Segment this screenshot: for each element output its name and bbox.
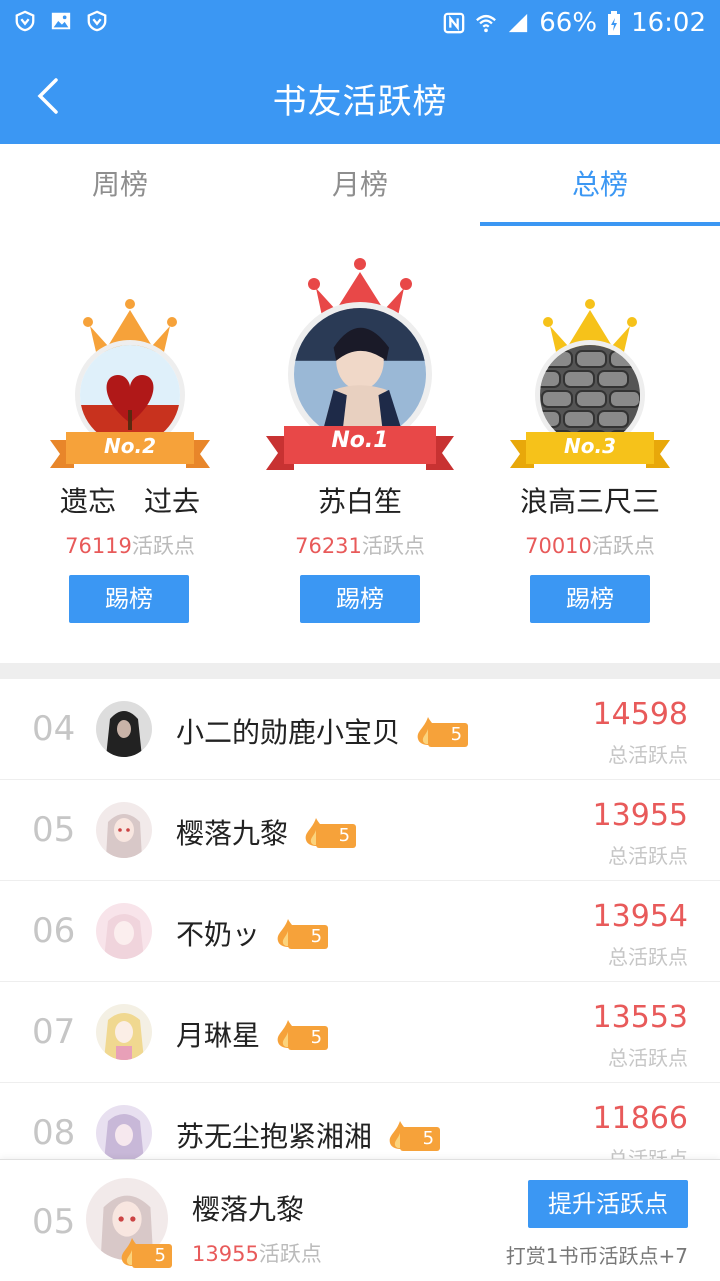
- rank-number: 08: [32, 1113, 76, 1153]
- list-item[interactable]: 08 苏无尘抱紧湘湘 5 11866 总活跃点: [0, 1083, 720, 1159]
- podium-third: No.3 浪高三尺三 70010活跃点 踢榜: [500, 296, 680, 636]
- score-label: 总活跃点: [608, 743, 688, 767]
- rank-badge: No.2: [104, 434, 156, 458]
- podium-points: 76119活跃点: [65, 534, 195, 558]
- list-item[interactable]: 07 月琳星 5 13553 总活跃点: [0, 982, 720, 1083]
- user-name: 苏无尘抱紧湘湘: [176, 1120, 373, 1153]
- rank-number: 04: [32, 709, 76, 749]
- user-name: 小二的勋鹿小宝贝: [176, 716, 401, 749]
- user-name-row: 苏无尘抱紧湘湘 5: [176, 1115, 441, 1155]
- rank-badge: No.3: [564, 434, 616, 458]
- rank-number: 06: [32, 911, 76, 951]
- boost-activity-button[interactable]: 提升活跃点: [528, 1180, 688, 1228]
- level-value: 5: [132, 1244, 172, 1268]
- score-value: 14598: [592, 697, 688, 732]
- level-value: 5: [400, 1127, 441, 1151]
- level-value: 5: [428, 723, 469, 747]
- rank-badge: No.1: [331, 428, 389, 453]
- score-label: 总活跃点: [608, 1147, 688, 1159]
- level-value: 5: [316, 824, 357, 848]
- list-item[interactable]: 06 不奶ッ 5 13954 总活跃点: [0, 881, 720, 982]
- avatar[interactable]: [96, 802, 152, 858]
- score-label: 总活跃点: [608, 945, 688, 969]
- my-rank-bar: 05 5 樱落九黎 13955活跃点 提升活跃点 打赏1书币活跃点+7: [0, 1159, 720, 1281]
- avatar[interactable]: [96, 701, 152, 757]
- level-badge: 5: [386, 1121, 441, 1151]
- level-badge: 5: [414, 717, 469, 747]
- kick-button[interactable]: 踢榜: [69, 575, 189, 623]
- score-value: 13553: [592, 1000, 688, 1035]
- score-value: 11866: [592, 1101, 688, 1136]
- avatar[interactable]: [96, 1105, 152, 1159]
- level-badge: 5: [118, 1238, 172, 1268]
- section-divider: [0, 663, 720, 679]
- user-name-row: 月琳星 5: [176, 1014, 329, 1054]
- wifi-icon: [476, 14, 497, 33]
- tab-weekly[interactable]: 周榜: [0, 144, 240, 226]
- level-value: 5: [288, 1026, 329, 1050]
- shield-icon: [15, 10, 35, 32]
- page-title: 书友活跃榜: [272, 82, 448, 122]
- podium-second: No.2 遗忘 过去 76119活跃点 踢榜: [40, 296, 220, 636]
- score-value: 13955: [592, 798, 688, 833]
- user-name-row: 樱落九黎 5: [176, 812, 357, 852]
- shield-icon: [87, 10, 107, 32]
- kick-button[interactable]: 踢榜: [300, 575, 420, 623]
- avatar[interactable]: [96, 1004, 152, 1060]
- score-label: 总活跃点: [608, 844, 688, 868]
- level-value: 5: [288, 925, 329, 949]
- user-name: 月琳星: [176, 1019, 261, 1052]
- rank-list[interactable]: 04 小二的勋鹿小宝贝 5 14598 总活跃点 05 樱落九黎 5 13955 总…: [0, 679, 720, 1159]
- avatar[interactable]: [96, 903, 152, 959]
- podium-points: 76231活跃点: [295, 534, 425, 558]
- kick-button[interactable]: 踢榜: [530, 575, 650, 623]
- my-points: 13955活跃点: [192, 1242, 322, 1266]
- score-label: 总活跃点: [608, 1046, 688, 1070]
- signal-icon: [509, 13, 528, 33]
- list-item[interactable]: 05 樱落九黎 5 13955 总活跃点: [0, 780, 720, 881]
- reward-tip: 打赏1书币活跃点+7: [505, 1244, 688, 1268]
- podium-name: 浪高三尺三: [519, 485, 660, 518]
- nfc-icon: [443, 12, 465, 34]
- app-bar: 书友活跃榜: [0, 48, 720, 144]
- user-name: 不奶ッ: [176, 918, 261, 951]
- level-badge: 5: [302, 818, 357, 848]
- user-name-row: 小二的勋鹿小宝贝 5: [176, 711, 469, 751]
- my-name: 樱落九黎: [192, 1193, 305, 1226]
- level-badge: 5: [274, 919, 329, 949]
- podium-name: 苏白笙: [317, 485, 402, 518]
- tab-bar: 周榜 月榜 总榜: [0, 144, 720, 227]
- top-three-podium: No.2 遗忘 过去 76119活跃点 踢榜 No.1 苏白笙 76231活跃点…: [0, 226, 720, 663]
- score-value: 13954: [592, 899, 688, 934]
- podium-name: 遗忘 过去: [59, 485, 200, 518]
- user-name: 樱落九黎: [176, 817, 289, 850]
- podium-points: 70010活跃点: [525, 534, 655, 558]
- tab-overall[interactable]: 总榜: [480, 144, 720, 226]
- image-icon: [51, 12, 71, 30]
- clock: 16:02: [631, 8, 706, 38]
- status-bar: 66% 16:02: [0, 0, 720, 48]
- battery-icon: [608, 11, 621, 35]
- level-badge: 5: [274, 1020, 329, 1050]
- list-item[interactable]: 04 小二的勋鹿小宝贝 5 14598 总活跃点: [0, 679, 720, 780]
- battery-percent: 66%: [539, 8, 598, 38]
- podium-first: No.1 苏白笙 76231活跃点 踢榜: [260, 256, 460, 636]
- tab-monthly[interactable]: 月榜: [240, 144, 480, 226]
- user-name-row: 不奶ッ 5: [176, 913, 329, 953]
- rank-number: 05: [32, 810, 76, 850]
- my-rank-number: 05: [32, 1202, 76, 1242]
- rank-number: 07: [32, 1012, 76, 1052]
